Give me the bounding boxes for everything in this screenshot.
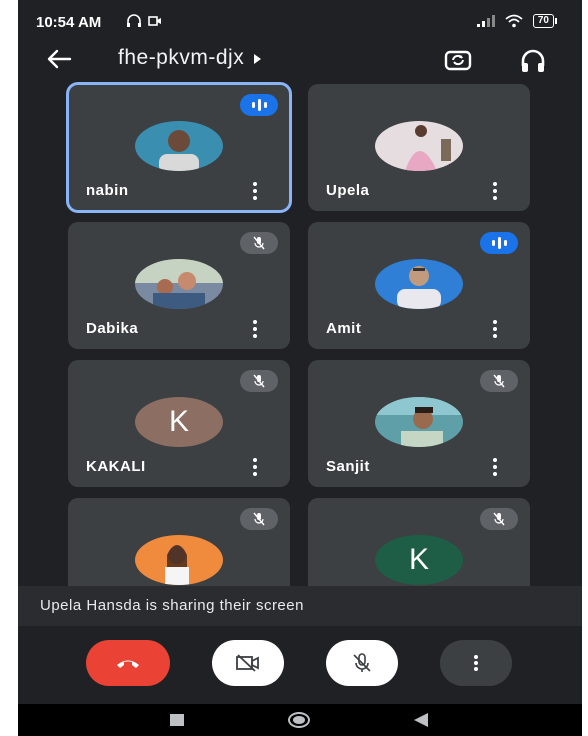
meeting-code-button[interactable]: fhe-pkvm-djx bbox=[118, 46, 262, 70]
phone-hangup-icon bbox=[117, 660, 139, 668]
participant-tile[interactable]: K KAKALI bbox=[68, 360, 290, 487]
more-options-icon[interactable] bbox=[252, 182, 258, 200]
more-options-icon[interactable] bbox=[492, 458, 498, 476]
mic-off-icon bbox=[240, 370, 278, 392]
phone-screen: 10:54 AM 70 fhe-pkvm-djx nabin Upela Dab… bbox=[18, 0, 582, 736]
more-options-button[interactable] bbox=[440, 640, 512, 686]
participant-tile[interactable]: Upela bbox=[308, 84, 530, 211]
headset-status-icon bbox=[127, 14, 141, 27]
avatar bbox=[375, 121, 463, 171]
system-navigation-bar bbox=[18, 704, 582, 736]
mic-off-icon bbox=[240, 508, 278, 530]
speaking-indicator-icon bbox=[480, 232, 518, 254]
mic-toggle-button[interactable] bbox=[326, 640, 398, 686]
participant-name: Upela bbox=[326, 182, 370, 199]
recent-apps-icon[interactable] bbox=[170, 714, 184, 726]
participant-name: KAKALI bbox=[86, 458, 146, 475]
speaking-indicator-icon bbox=[240, 94, 278, 116]
participant-name: nabin bbox=[86, 182, 129, 199]
avatar bbox=[375, 397, 463, 447]
audio-output-icon[interactable] bbox=[518, 46, 548, 76]
screen-share-banner: Upela Hansda is sharing their screen bbox=[18, 586, 582, 626]
end-call-button[interactable] bbox=[86, 640, 170, 686]
status-time: 10:54 AM bbox=[36, 14, 102, 31]
participant-name: Amit bbox=[326, 320, 362, 337]
status-bar: 10:54 AM 70 bbox=[18, 0, 582, 44]
camera-toggle-button[interactable] bbox=[212, 640, 284, 686]
wifi-icon bbox=[505, 14, 523, 28]
participant-tile[interactable]: Dabika bbox=[68, 222, 290, 349]
mic-off-icon bbox=[353, 653, 371, 672]
nav-back-icon[interactable] bbox=[414, 713, 428, 727]
video-off-icon bbox=[236, 654, 259, 672]
participant-name: Sanjit bbox=[326, 458, 370, 475]
mic-off-icon bbox=[480, 370, 518, 392]
more-options-icon[interactable] bbox=[492, 182, 498, 200]
avatar bbox=[375, 259, 463, 309]
meeting-header: fhe-pkvm-djx bbox=[18, 44, 582, 80]
more-options-icon[interactable] bbox=[252, 320, 258, 338]
video-status-icon bbox=[148, 16, 161, 26]
home-icon[interactable] bbox=[288, 712, 310, 728]
avatar bbox=[135, 121, 223, 171]
avatar-initial: K bbox=[135, 397, 223, 447]
participant-tile[interactable]: Amit bbox=[308, 222, 530, 349]
more-options-icon[interactable] bbox=[492, 320, 498, 338]
battery-icon: 70 bbox=[532, 14, 558, 28]
switch-camera-icon[interactable] bbox=[442, 44, 474, 76]
more-options-icon[interactable] bbox=[252, 458, 258, 476]
more-vert-icon bbox=[474, 655, 478, 671]
avatar-initial: K bbox=[375, 535, 463, 585]
participant-name: Dabika bbox=[86, 320, 139, 337]
meeting-code: fhe-pkvm-djx bbox=[118, 46, 245, 69]
chevron-right-icon bbox=[254, 54, 262, 64]
participant-tile[interactable]: Sanjit bbox=[308, 360, 530, 487]
status-notification-icons bbox=[126, 14, 162, 28]
avatar bbox=[135, 259, 223, 309]
mic-off-icon bbox=[240, 232, 278, 254]
signal-icon bbox=[476, 15, 495, 27]
status-right-icons: 70 bbox=[476, 14, 558, 28]
participant-tile[interactable]: nabin bbox=[66, 82, 292, 213]
mic-off-icon bbox=[480, 508, 518, 530]
avatar bbox=[135, 535, 223, 585]
back-arrow-icon[interactable] bbox=[44, 44, 74, 74]
